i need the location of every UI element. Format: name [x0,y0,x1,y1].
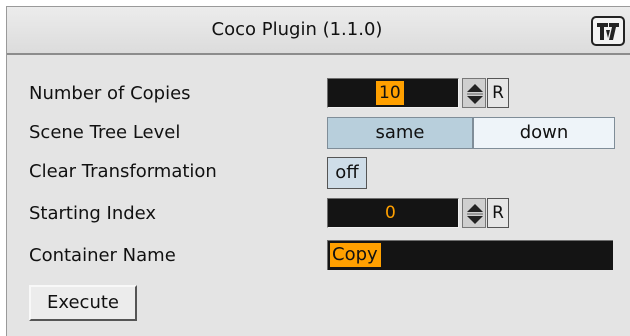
starting-index-label: Starting Index [29,203,157,224]
execute-button[interactable]: Execute [29,285,137,321]
clear-transformation-toggle[interactable]: off [327,157,367,189]
title-bar: Coco Plugin (1.1.0) [7,7,630,55]
scene-tree-option-down[interactable]: down [473,117,615,149]
starting-index-value: 0 [385,203,396,223]
scene-tree-label: Scene Tree Level [29,122,181,143]
container-name-label: Container Name [29,245,176,266]
plugin-title: Coco Plugin (1.1.0) [211,19,383,40]
up-down-arrows-icon [467,204,483,224]
container-name-input[interactable]: Copy [327,240,613,270]
clear-transformation-label: Clear Transformation [29,161,217,182]
starting-index-input[interactable]: 0 [327,198,459,228]
copies-input[interactable]: 10 [327,78,459,108]
scene-tree-option-same[interactable]: same [327,117,473,149]
up-down-arrows-icon [467,84,483,104]
copies-reset-button[interactable]: R [487,78,509,108]
plugin-panel: Coco Plugin (1.1.0) Number of Copies 10 … [6,6,630,336]
copies-stepper[interactable] [462,78,486,108]
copies-value: 10 [376,81,404,105]
starting-index-stepper[interactable] [462,198,486,228]
copies-label: Number of Copies [29,83,191,104]
container-name-value: Copy [330,243,381,267]
vizrt-logo-icon[interactable] [591,16,625,46]
starting-index-reset-button[interactable]: R [487,198,509,228]
